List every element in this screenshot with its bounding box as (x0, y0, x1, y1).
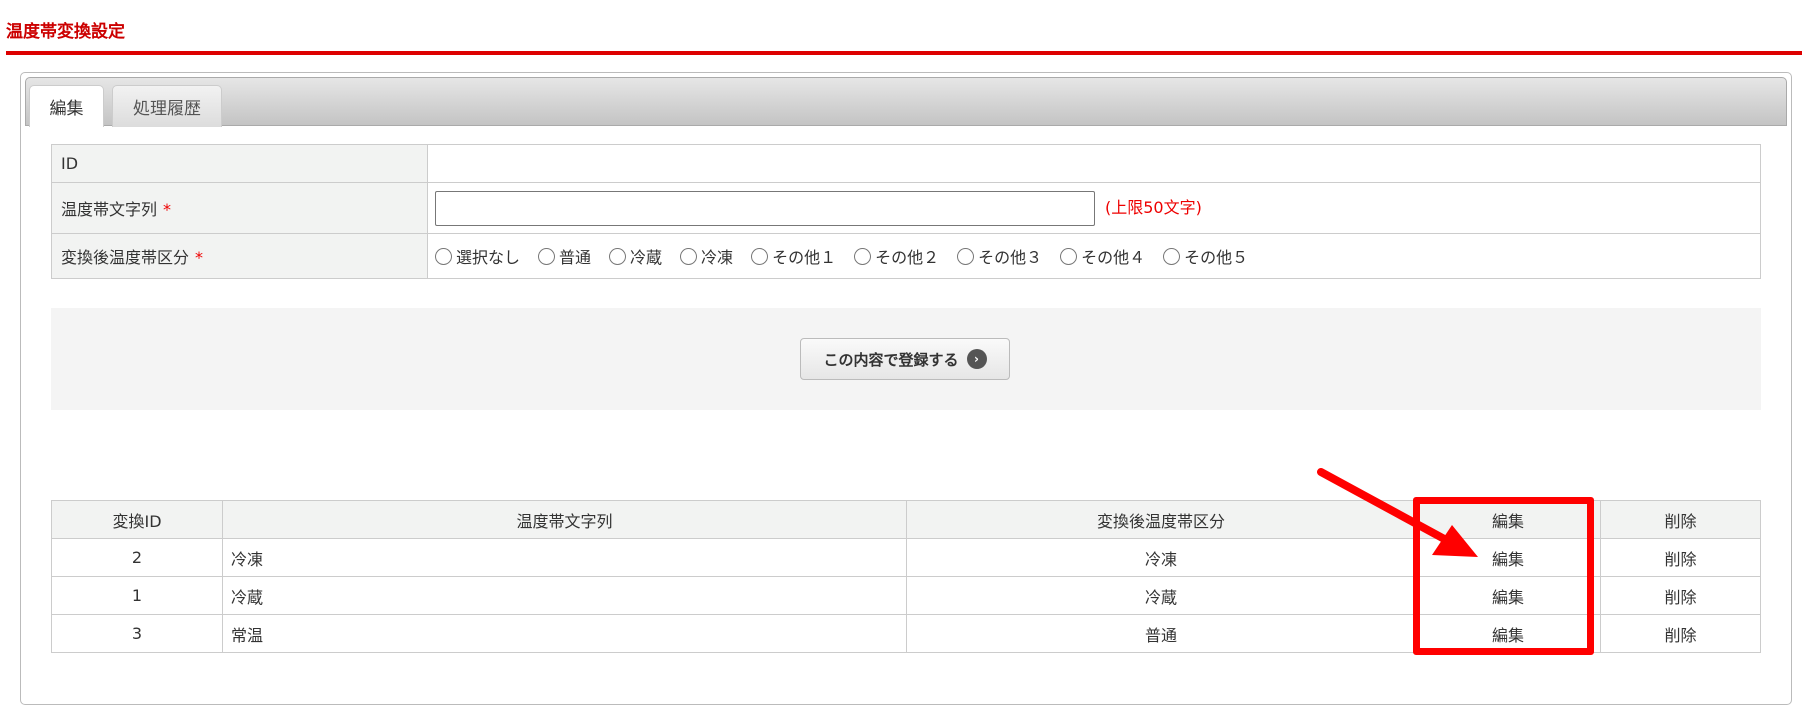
annotation-arrow-icon (1317, 468, 1478, 557)
